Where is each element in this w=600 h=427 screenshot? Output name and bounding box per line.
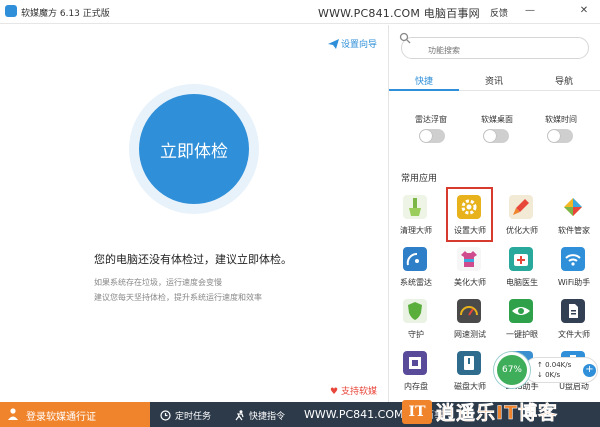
support-link[interactable]: ♥ 支持软媒 [330,384,377,397]
app-label: 文件大师 [558,330,590,339]
app-label: 电脑医生 [506,278,538,287]
clock-icon [160,410,171,421]
app-label: 网速测试 [454,330,486,339]
upload-speed: ↑ 0.04K/s [537,361,572,369]
gear-icon [457,195,481,219]
memory-chip-icon [403,351,427,375]
toggle-label: 雷达浮窗 [415,115,447,124]
scheduled-tasks-label: 定时任务 [175,412,212,422]
paper-plane-icon [328,39,339,49]
search-icon [399,32,411,44]
shortcut-commands-label: 快捷指令 [249,412,286,422]
setup-wizard-label: 设置向导 [341,40,378,50]
tab-shortcuts[interactable]: 快捷 [415,74,433,87]
app-label: 清理大师 [400,226,432,235]
app-guard[interactable]: 守护 [391,299,441,349]
network-speed-widget[interactable]: ↑ 0.04K/s ↓ 0K/s + 67% [494,352,600,388]
shortcut-commands-button[interactable]: 快捷指令 [234,402,285,427]
app-cleaner[interactable]: 清理大师 [391,195,441,245]
shield-icon [403,299,427,323]
function-search-input[interactable] [401,37,589,59]
close-button[interactable]: ✕ [576,4,592,18]
app-logo-icon [5,5,17,17]
memory-usage-badge[interactable]: 67% [494,352,530,388]
check-now-button[interactable]: 立即体检 [139,94,249,204]
runner-icon [235,410,244,421]
heart-icon: ♥ [330,387,339,397]
add-icon[interactable]: + [583,364,596,377]
wifi-icon [561,247,585,271]
blog-watermark-text: 逍遥乐IT博客 [436,402,559,425]
app-ramdisk[interactable]: 内存盘 [391,351,441,401]
app-label: 美化大师 [454,278,486,287]
login-button[interactable]: 登录软媒通行证 [0,402,150,427]
file-icon [561,299,585,323]
tshirt-icon [457,247,481,271]
app-label: 软件管家 [558,226,590,235]
broom-icon [403,195,427,219]
feedback-button[interactable]: 反馈 [490,6,508,19]
desktop-toggle[interactable] [483,129,509,143]
radar-float-toggle[interactable] [419,129,445,143]
checkup-panel: 设置向导 立即体检 您的电脑还没有体检过，建议立即体检。 如果系统存在垃圾，运行… [0,25,388,402]
software-box-icon [561,195,585,219]
toggle-label: 软媒桌面 [481,115,513,124]
app-wifi[interactable]: WiFi助手 [549,247,599,297]
time-toggle[interactable] [547,129,573,143]
speedometer-icon [457,299,481,323]
download-speed: ↓ 0K/s [537,371,561,379]
toggle-knob [484,130,496,142]
app-label: 设置大师 [454,226,486,235]
app-label: 优化大师 [506,226,538,235]
medkit-icon [509,247,533,271]
panel-tabs: 快捷 资讯 导航 [389,69,600,91]
app-disk-master[interactable]: 磁盘大师 [445,351,495,401]
app-title: 软媒魔方 6.13 正式版 [21,9,110,19]
speed-panel: ↑ 0.04K/s ↓ 0K/s + [524,357,598,383]
active-tab-indicator [389,89,459,91]
eye-icon [509,299,533,323]
title-bar: 软媒魔方 6.13 正式版 WWW.PC841.COM 电脑百事网 反馈 — ✕ [0,0,600,24]
tab-navigation[interactable]: 导航 [555,74,573,87]
tip-line: 如果系统存在垃圾，运行速度会变慢 [94,278,222,287]
app-beautify[interactable]: 美化大师 [445,247,495,297]
app-label: 磁盘大师 [454,382,486,391]
app-file-master[interactable]: 文件大师 [549,299,599,349]
shortcut-panel: 快捷 资讯 导航 雷达浮窗 软媒桌面 软媒时间 常用应用 清理大师 设置大师 优… [388,25,600,402]
app-optimizer[interactable]: 优化大师 [497,195,547,245]
app-eye-care[interactable]: 一键护眼 [497,299,547,349]
toggle-label: 软媒时间 [545,115,577,124]
it-logo-icon: IT [402,400,432,424]
setup-wizard-link[interactable]: 设置向导 [328,37,377,50]
rocket-icon [509,195,533,219]
checkup-message: 您的电脑还没有体检过，建议立即体检。 [94,253,292,266]
support-label: 支持软媒 [340,387,377,397]
app-pc-doctor[interactable]: 电脑医生 [497,247,547,297]
scheduled-tasks-button[interactable]: 定时任务 [160,402,211,427]
app-label: 内存盘 [404,382,428,391]
app-software-manager[interactable]: 软件管家 [549,195,599,245]
minimize-button[interactable]: — [522,4,538,18]
disk-icon [457,351,481,375]
user-icon [8,408,18,420]
section-title: 常用应用 [401,174,438,184]
login-label: 登录软媒通行证 [26,412,96,423]
app-label: 系统雷达 [400,278,432,287]
tab-news[interactable]: 资讯 [485,74,503,87]
blog-watermark-logo: IT 逍遥乐IT博客 [402,396,600,427]
app-label: 一键护眼 [506,330,538,339]
app-settings[interactable]: 设置大师 [445,195,495,245]
watermark-text: WWW.PC841.COM 电脑百事网 [318,7,480,20]
toggle-knob [420,130,432,142]
app-label: 守护 [408,330,424,339]
toggle-knob [548,130,560,142]
radar-icon [403,247,427,271]
tip-line: 建议您每天坚持体检，提升系统运行速度和效率 [94,293,262,302]
app-speed-test[interactable]: 网速测试 [445,299,495,349]
app-system-radar[interactable]: 系统雷达 [391,247,441,297]
app-label: WiFi助手 [557,278,591,287]
